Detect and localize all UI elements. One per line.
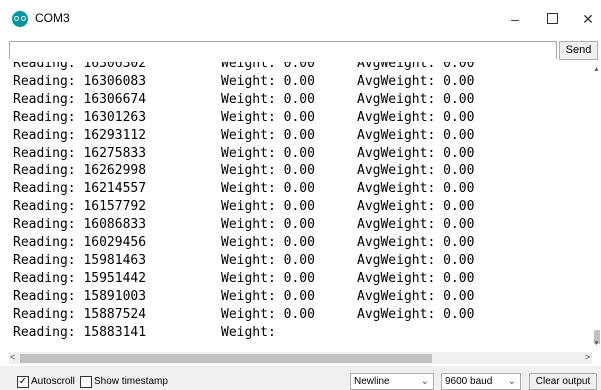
scroll-right-icon[interactable]: > [585,352,590,362]
reading-text: Reading: 15887524 [13,306,147,322]
avg-weight-text: AvgWeight: 0.00 [357,288,475,304]
scroll-up-icon[interactable]: ▲ [593,66,600,73]
chevron-down-icon: ⌄ [420,376,429,387]
weight-text: Weight: 0.00 [221,270,315,286]
reading-text: Reading: 16086833 [13,217,147,233]
reading-text: Reading: 16275833 [13,145,147,161]
reading-text: Reading: 16214557 [13,181,147,197]
maximize-icon[interactable] [537,6,567,32]
line-ending-value: Newline [354,376,390,387]
vertical-scrollbar[interactable] [592,62,601,352]
weight-text: Weight: 0.00 [221,163,315,179]
arduino-icon [12,11,28,27]
minimize-icon[interactable]: – [500,6,530,32]
clear-output-button[interactable]: Clear output [529,373,597,390]
reading-text: Reading: 15951442 [13,270,147,286]
send-button[interactable]: Send [559,41,598,60]
timestamp-checkbox[interactable] [80,376,92,388]
reading-text: Reading: 16157792 [13,199,147,215]
avg-weight-text: AvgWeight: 0.00 [357,235,475,250]
avg-weight-text: AvgWeight: 0.00 [357,306,475,322]
autoscroll-checkbox[interactable]: ✓ [17,376,29,388]
avg-weight-text: AvgWeight: 0.00 [357,109,475,125]
weight-text: Weight: 0.00 [221,252,315,268]
avg-weight-text: AvgWeight: 0.00 [357,145,475,161]
avg-weight-text: AvgWeight: 0.00 [357,62,475,71]
weight-text: Weight: 0.00 [221,109,315,125]
window-title: COM3 [35,11,70,25]
reading-text: Reading: 16306083 [13,73,147,89]
timestamp-label[interactable]: Show timestamp [94,376,168,387]
reading-text: Reading: 16293112 [13,127,147,143]
weight-text: Weight: 0.00 [221,288,315,304]
weight-text: Weight: 0.00 [221,235,315,250]
weight-text: Weight: 0.00 [221,91,315,107]
horizontal-scroll-thumb[interactable] [20,354,432,363]
weight-text: Weight: 0.00 [221,145,315,161]
serial-input[interactable] [10,44,556,60]
serial-output[interactable]: Reading: 16306302 Weight: 0.00 AvgWeight: … [9,62,592,352]
reading-text: Reading: 16262998 [13,163,147,179]
weight-text: Weight: 0.00 [221,62,315,71]
weight-text: Weight: 0.00 [221,73,315,89]
reading-text: Reading: 15891003 [13,288,147,304]
avg-weight-text: AvgWeight: 0.00 [357,270,475,286]
avg-weight-text: AvgWeight: 0.00 [357,217,475,233]
avg-weight-text: AvgWeight: 0.00 [357,199,475,215]
reading-text: Reading: 16029456 [13,235,147,250]
weight-text: Weight: 0.00 [221,199,315,215]
reading-text: Reading: 16306674 [13,91,147,107]
avg-weight-text: AvgWeight: 0.00 [357,181,475,197]
avg-weight-text: AvgWeight: 0.00 [357,73,475,89]
weight-text: Weight: 0.00 [221,217,315,233]
avg-weight-text: AvgWeight: 0.00 [357,163,475,179]
scroll-left-icon[interactable]: < [10,352,15,362]
title-bar: COM3 – ✕ [0,0,601,38]
baud-rate-select[interactable]: 9600 baud ⌄ [441,373,521,390]
reading-text: Reading: 15883141 [13,324,147,340]
baud-rate-value: 9600 baud [445,376,493,387]
chevron-down-icon: ⌄ [507,376,516,387]
autoscroll-label[interactable]: Autoscroll [31,376,75,387]
scroll-down-icon[interactable]: ▼ [593,340,600,347]
weight-text: Weight: 0.00 [221,306,315,322]
weight-text: Weight: 0.00 [221,181,315,197]
avg-weight-text: AvgWeight: 0.00 [357,127,475,143]
reading-text: Reading: 15981463 [13,252,147,268]
weight-text: Weight: [221,324,276,340]
line-ending-select[interactable]: Newline ⌄ [350,373,434,390]
close-icon[interactable]: ✕ [573,6,601,32]
weight-text: Weight: 0.00 [221,127,315,143]
reading-text: Reading: 16306302 [13,62,147,71]
reading-text: Reading: 16301263 [13,109,147,125]
avg-weight-text: AvgWeight: 0.00 [357,252,475,268]
serial-input-box [9,41,557,60]
avg-weight-text: AvgWeight: 0.00 [357,91,475,107]
